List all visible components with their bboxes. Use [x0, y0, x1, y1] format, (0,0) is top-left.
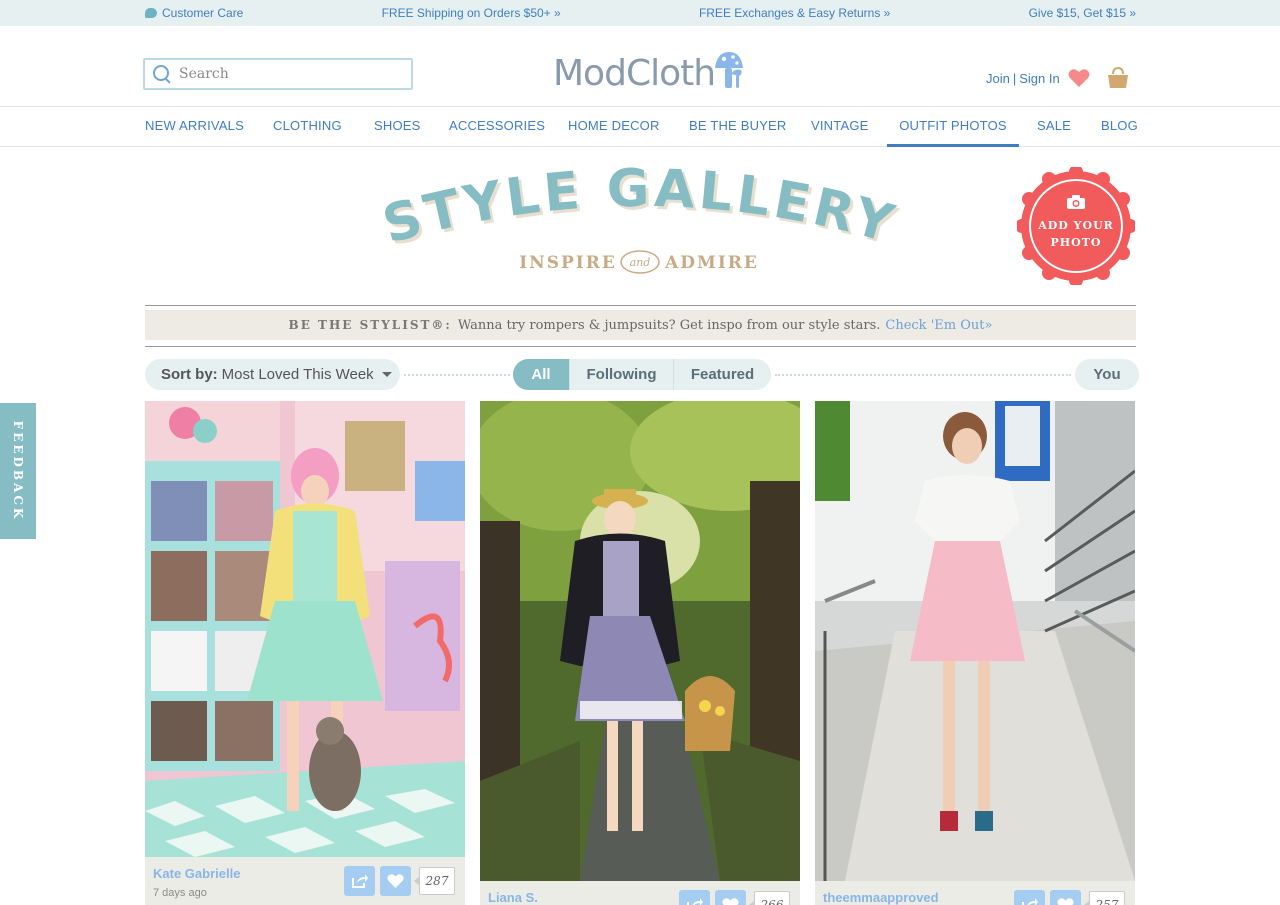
- stylist-lead: BE THE STYLIST®:: [288, 318, 452, 332]
- outfit-card-meta: theemmaapproved 257: [815, 881, 1135, 905]
- tagline-admire: ADMIRE: [664, 253, 759, 273]
- sort-label: Sort by:: [161, 366, 218, 383]
- outfit-photo-image: [145, 401, 465, 857]
- be-the-stylist-banner: BE THE STYLIST®: Wanna try rompers & jum…: [145, 310, 1136, 340]
- share-icon: [687, 898, 703, 905]
- customer-care-label: Customer Care: [162, 6, 244, 20]
- search-icon[interactable]: [153, 65, 171, 83]
- tagline-and: and: [630, 256, 651, 269]
- feedback-label: FEEDBACK: [11, 420, 25, 522]
- sort-dropdown[interactable]: Sort by: Most Loved This Week: [145, 359, 400, 390]
- share-button[interactable]: [679, 890, 710, 905]
- outfit-photo-image: [480, 401, 800, 881]
- nav-item-new-arrivals[interactable]: NEW ARRIVALS: [145, 107, 244, 147]
- love-button[interactable]: [380, 866, 411, 896]
- badge-line-1: ADD YOUR: [1038, 219, 1114, 232]
- heart-icon: [387, 874, 404, 888]
- stylist-message: Wanna try rompers & jumpsuits? Get inspo…: [457, 317, 881, 333]
- heart-icon: [1057, 898, 1074, 905]
- divider-top: [145, 305, 1136, 306]
- outfit-card-meta: Liana S. 266: [480, 881, 800, 905]
- share-button[interactable]: [344, 866, 375, 896]
- join-link[interactable]: Join: [986, 71, 1010, 86]
- search-box[interactable]: [143, 58, 413, 90]
- outfit-photo-image: [815, 401, 1135, 881]
- site-header: ModCloth Join | Sign In: [0, 26, 1280, 107]
- outfit-card-meta: Kate Gabrielle 7 days ago 287: [145, 857, 465, 905]
- outfit-card: theemmaapproved 257: [815, 401, 1135, 905]
- filter-all[interactable]: All: [513, 359, 569, 390]
- heart-icon: [722, 898, 739, 905]
- filter-segmented-control: All Following Featured: [513, 359, 771, 390]
- outfit-photo[interactable]: [480, 401, 800, 881]
- dotted-divider-left: [404, 374, 510, 376]
- outfit-card: Kate Gabrielle 7 days ago 287: [145, 401, 465, 905]
- share-button[interactable]: [1014, 890, 1045, 905]
- sign-in-link[interactable]: Sign In: [1019, 71, 1059, 86]
- logo-text: ModCloth: [553, 53, 716, 94]
- nav-item-blog[interactable]: BLOG: [1101, 107, 1138, 147]
- love-button[interactable]: [715, 890, 746, 905]
- shopping-bag-icon[interactable]: [1106, 66, 1130, 90]
- filter-featured[interactable]: Featured: [673, 359, 771, 390]
- divider-bottom: [145, 346, 1136, 347]
- nav-item-sale[interactable]: SALE: [1037, 107, 1071, 147]
- filter-you[interactable]: You: [1075, 359, 1139, 390]
- mushroom-logo-icon: [715, 52, 744, 88]
- search-input[interactable]: [179, 66, 399, 82]
- share-icon: [1022, 898, 1038, 905]
- modcloth-logo[interactable]: ModCloth: [553, 46, 745, 96]
- post-age: 7 days ago: [153, 887, 207, 899]
- chat-bubble-icon: [145, 8, 157, 18]
- outfit-photo[interactable]: [815, 401, 1135, 881]
- nav-item-outfit-photos[interactable]: OUTFIT PHOTOS: [887, 107, 1019, 147]
- love-count: 287: [414, 867, 455, 895]
- referral-link[interactable]: Give $15, Get $15 »: [1029, 6, 1136, 20]
- camera-icon: [1067, 195, 1085, 209]
- badge-label: ADD YOUR PHOTO: [1017, 217, 1135, 251]
- love-button[interactable]: [1050, 890, 1081, 905]
- author-name-link[interactable]: Liana S.: [488, 890, 538, 905]
- love-count: 266: [749, 891, 790, 905]
- nav-item-accessories[interactable]: ACCESSORIES: [449, 107, 545, 147]
- filter-following[interactable]: Following: [569, 359, 673, 390]
- promo-bar: Customer Care FREE Shipping on Orders $5…: [0, 0, 1280, 26]
- check-em-out-link[interactable]: Check 'Em Out»: [885, 318, 992, 333]
- account-links: Join | Sign In: [986, 71, 1060, 86]
- nav-item-be-the-buyer[interactable]: BE THE BUYER: [689, 107, 787, 147]
- badge-line-2: PHOTO: [1050, 236, 1102, 249]
- main-nav: NEW ARRIVALS CLOTHING SHOES ACCESSORIES …: [0, 107, 1280, 147]
- nav-item-home-decor[interactable]: HOME DECOR: [568, 107, 660, 147]
- outfit-photo[interactable]: [145, 401, 465, 857]
- love-count: 257: [1084, 891, 1125, 905]
- free-shipping-link[interactable]: FREE Shipping on Orders $50+ »: [382, 6, 561, 20]
- account-separator: |: [1012, 71, 1017, 86]
- nav-item-shoes[interactable]: SHOES: [374, 107, 421, 147]
- nav-item-vintage[interactable]: VINTAGE: [811, 107, 869, 147]
- tagline-inspire: INSPIRE: [519, 253, 617, 273]
- dotted-divider-right: [775, 374, 1071, 376]
- chevron-down-icon: [381, 372, 392, 377]
- nav-item-clothing[interactable]: CLOTHING: [273, 107, 342, 147]
- add-your-photo-button[interactable]: ADD YOUR PHOTO: [1015, 165, 1137, 287]
- wishlist-heart-icon[interactable]: [1068, 68, 1090, 88]
- share-icon: [352, 874, 368, 888]
- feedback-tab[interactable]: FEEDBACK: [0, 403, 36, 539]
- author-name-link[interactable]: theemmaapproved: [823, 890, 939, 905]
- style-gallery-title: STYLE GALLERY STYLE GALLERY INSPIRE and …: [380, 160, 900, 274]
- free-exchanges-link[interactable]: FREE Exchanges & Easy Returns »: [699, 6, 890, 20]
- outfit-card: Liana S. 266: [480, 401, 800, 905]
- customer-care-link[interactable]: Customer Care: [145, 6, 243, 20]
- author-name-link[interactable]: Kate Gabrielle: [153, 866, 240, 881]
- sort-value: Most Loved This Week: [221, 366, 374, 383]
